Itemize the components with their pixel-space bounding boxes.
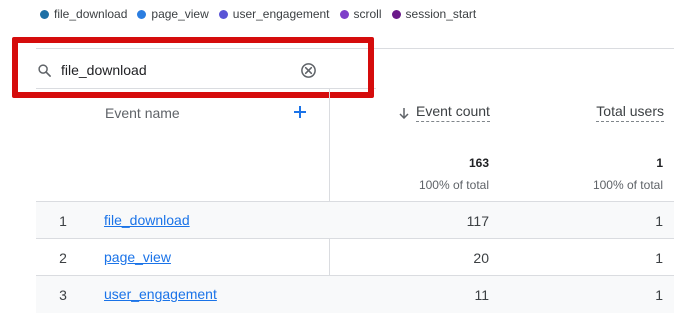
total-users-count: 1 <box>656 156 663 170</box>
clear-search-icon[interactable] <box>300 62 317 79</box>
total-users-cell: 1 <box>655 213 663 229</box>
table-row: 1 file_download 117 1 <box>36 202 674 239</box>
total-event-count-percent: 100% of total <box>418 178 489 192</box>
event-count-cell: 11 <box>474 287 489 303</box>
legend-item-user-engagement[interactable]: user_engagement <box>218 7 330 21</box>
legend-item-file-download[interactable]: file_download <box>40 7 127 21</box>
add-dimension-icon[interactable] <box>292 104 308 120</box>
column-header-label: Total users <box>596 103 664 122</box>
total-users-cell: 1 <box>655 250 663 266</box>
event-name-link[interactable]: page_view <box>104 249 171 265</box>
total-users-cell: 1 <box>655 287 663 303</box>
legend-dot <box>137 9 147 19</box>
event-count-cell: 20 <box>473 250 489 266</box>
legend-item-scroll[interactable]: scroll <box>339 7 382 21</box>
legend-item-page-view[interactable]: page_view <box>137 7 209 21</box>
row-index: 3 <box>59 287 67 303</box>
column-header-label: Event count <box>416 103 490 122</box>
chart-legend: file_download page_view user_engagement … <box>40 6 486 22</box>
sort-descending-icon <box>399 107 409 119</box>
legend-label: session_start <box>405 7 477 21</box>
divider <box>36 48 674 49</box>
legend-label: user_engagement <box>232 7 330 21</box>
legend-label: scroll <box>353 7 382 21</box>
column-header-event-count[interactable]: Event count <box>398 103 490 122</box>
legend-item-session-start[interactable]: session_start <box>391 7 477 21</box>
legend-dot <box>339 9 349 19</box>
legend-dot <box>40 9 49 19</box>
search-icon <box>38 64 51 77</box>
legend-label: page_view <box>151 7 209 21</box>
table-row: 3 user_engagement 11 1 <box>36 276 674 313</box>
row-index: 1 <box>59 213 67 229</box>
event-name-link[interactable]: user_engagement <box>104 286 217 302</box>
event-name-link[interactable]: file_download <box>104 212 190 228</box>
legend-dot <box>218 9 228 19</box>
search-input[interactable]: file_download <box>61 62 147 78</box>
total-event-count: 163 <box>468 156 489 170</box>
legend-label: file_download <box>54 7 128 21</box>
row-index: 2 <box>59 250 67 266</box>
total-users-percent: 100% of total <box>592 178 663 192</box>
legend-dot <box>391 9 401 19</box>
search-underline <box>36 88 376 89</box>
search-bar: file_download <box>36 56 326 84</box>
table-row: 2 page_view 20 1 <box>36 239 674 276</box>
event-count-cell: 117 <box>466 213 489 229</box>
column-header-total-users[interactable]: Total users <box>596 103 664 122</box>
column-header-event-name[interactable]: Event name <box>105 105 180 121</box>
